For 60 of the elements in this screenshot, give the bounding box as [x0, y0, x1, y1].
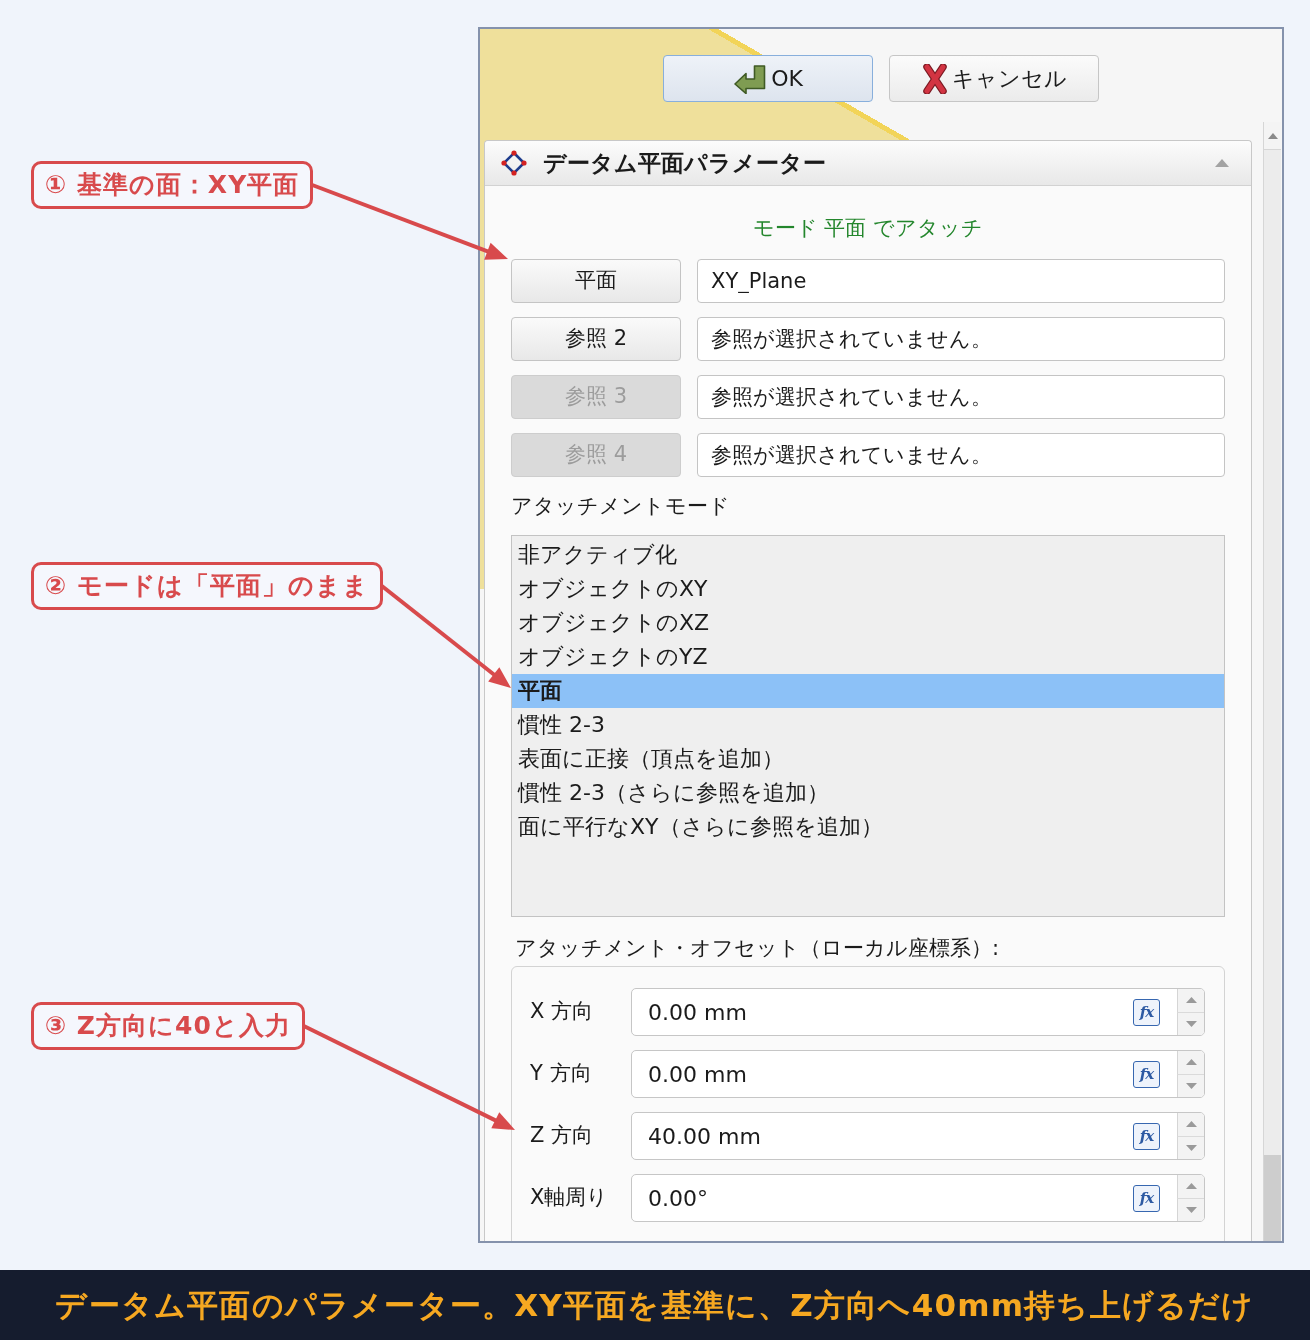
list-item[interactable]: 平面 — [512, 674, 1224, 708]
list-item[interactable]: 慣性 2-3（さらに参照を追加） — [512, 776, 1224, 810]
spin-box[interactable]: 40.00 mm fx — [631, 1112, 1205, 1160]
reference-button[interactable]: 参照 2 — [511, 317, 681, 361]
list-item[interactable]: オブジェクトのYZ — [512, 640, 1224, 674]
spin-up-button[interactable] — [1177, 989, 1204, 1013]
caption-text: データム平面のパラメーター。XY平面を基準に、Z方向へ40mm持ち上げるだけ — [55, 1285, 1255, 1325]
list-item[interactable]: 表面に正接（頂点を追加） — [512, 742, 1224, 776]
section-label: アタッチメントモード — [511, 493, 731, 520]
return-arrow-icon — [733, 63, 768, 94]
formula-button[interactable]: fx — [1133, 1060, 1160, 1088]
caret-icon[interactable] — [1215, 159, 1229, 167]
x-mark-icon — [921, 63, 948, 94]
spin-down-button[interactable] — [1177, 1012, 1204, 1035]
up-triangle-icon — [1185, 1183, 1197, 1190]
down-triangle-icon — [1185, 1082, 1197, 1089]
spin-box[interactable]: 0.00° fx — [631, 1174, 1205, 1222]
spin-down-button[interactable] — [1177, 1198, 1204, 1221]
callout-label: ② モードは「平面」のまま — [31, 562, 383, 610]
up-triangle-icon — [1185, 997, 1197, 1004]
diamond-icon — [501, 150, 527, 176]
formula-button[interactable]: fx — [1133, 1122, 1160, 1150]
scrollbar[interactable] — [1263, 122, 1281, 1241]
callout-label: ③ Z方向に40と入力 — [31, 1002, 305, 1050]
field-label: Y 方向 — [530, 1060, 593, 1088]
field-label: X軸周り — [530, 1184, 610, 1212]
panel-title: データム平面パラメーター — [543, 148, 827, 178]
down-triangle-icon — [1185, 1020, 1197, 1027]
list-item[interactable]: 慣性 2-3 — [512, 708, 1224, 742]
mode-message: モード 平面 でアタッチ — [751, 215, 985, 242]
callout-label: ① 基準の面：XY平面 — [31, 161, 314, 209]
spin-up-button[interactable] — [1177, 1051, 1204, 1075]
spin-up-button[interactable] — [1177, 1113, 1204, 1137]
reference-field[interactable]: XY_Plane — [697, 259, 1225, 303]
list-item[interactable]: オブジェクトのXZ — [512, 606, 1224, 640]
spin-up-button[interactable] — [1177, 1175, 1204, 1199]
down-triangle-icon — [1185, 1206, 1197, 1213]
field-label: X 方向 — [530, 998, 595, 1026]
spin-down-button[interactable] — [1177, 1136, 1204, 1159]
formula-button[interactable]: fx — [1133, 998, 1160, 1026]
up-triangle-icon — [1267, 132, 1278, 139]
down-triangle-icon — [1185, 1144, 1197, 1151]
cancel-button[interactable]: キャンセル — [889, 55, 1099, 102]
spin-box[interactable]: 0.00 mm fx — [631, 988, 1205, 1036]
list-item[interactable]: 非アクティブ化 — [512, 538, 1224, 572]
field-label: Z 方向 — [530, 1122, 595, 1150]
ok-button[interactable]: OK — [663, 55, 873, 102]
up-triangle-icon — [1185, 1059, 1197, 1066]
section-label: アタッチメント・オフセット（ローカル座標系）: — [515, 935, 1001, 962]
scroll-up-button[interactable] — [1264, 122, 1281, 150]
reference-field[interactable]: 参照が選択されていません。 — [697, 317, 1225, 361]
spin-box[interactable]: 0.00 mm fx — [631, 1050, 1205, 1098]
spin-down-button[interactable] — [1177, 1074, 1204, 1097]
list-item[interactable]: オブジェクトのXY — [512, 572, 1224, 606]
formula-button[interactable]: fx — [1133, 1184, 1160, 1212]
panel-header[interactable]: データム平面パラメーター — [485, 141, 1251, 186]
reference-button[interactable]: 平面 — [511, 259, 681, 303]
up-triangle-icon — [1185, 1121, 1197, 1128]
list-item[interactable]: 面に平行なXY（さらに参照を追加） — [512, 810, 1224, 844]
scrollbar-thumb[interactable] — [1264, 1155, 1281, 1241]
